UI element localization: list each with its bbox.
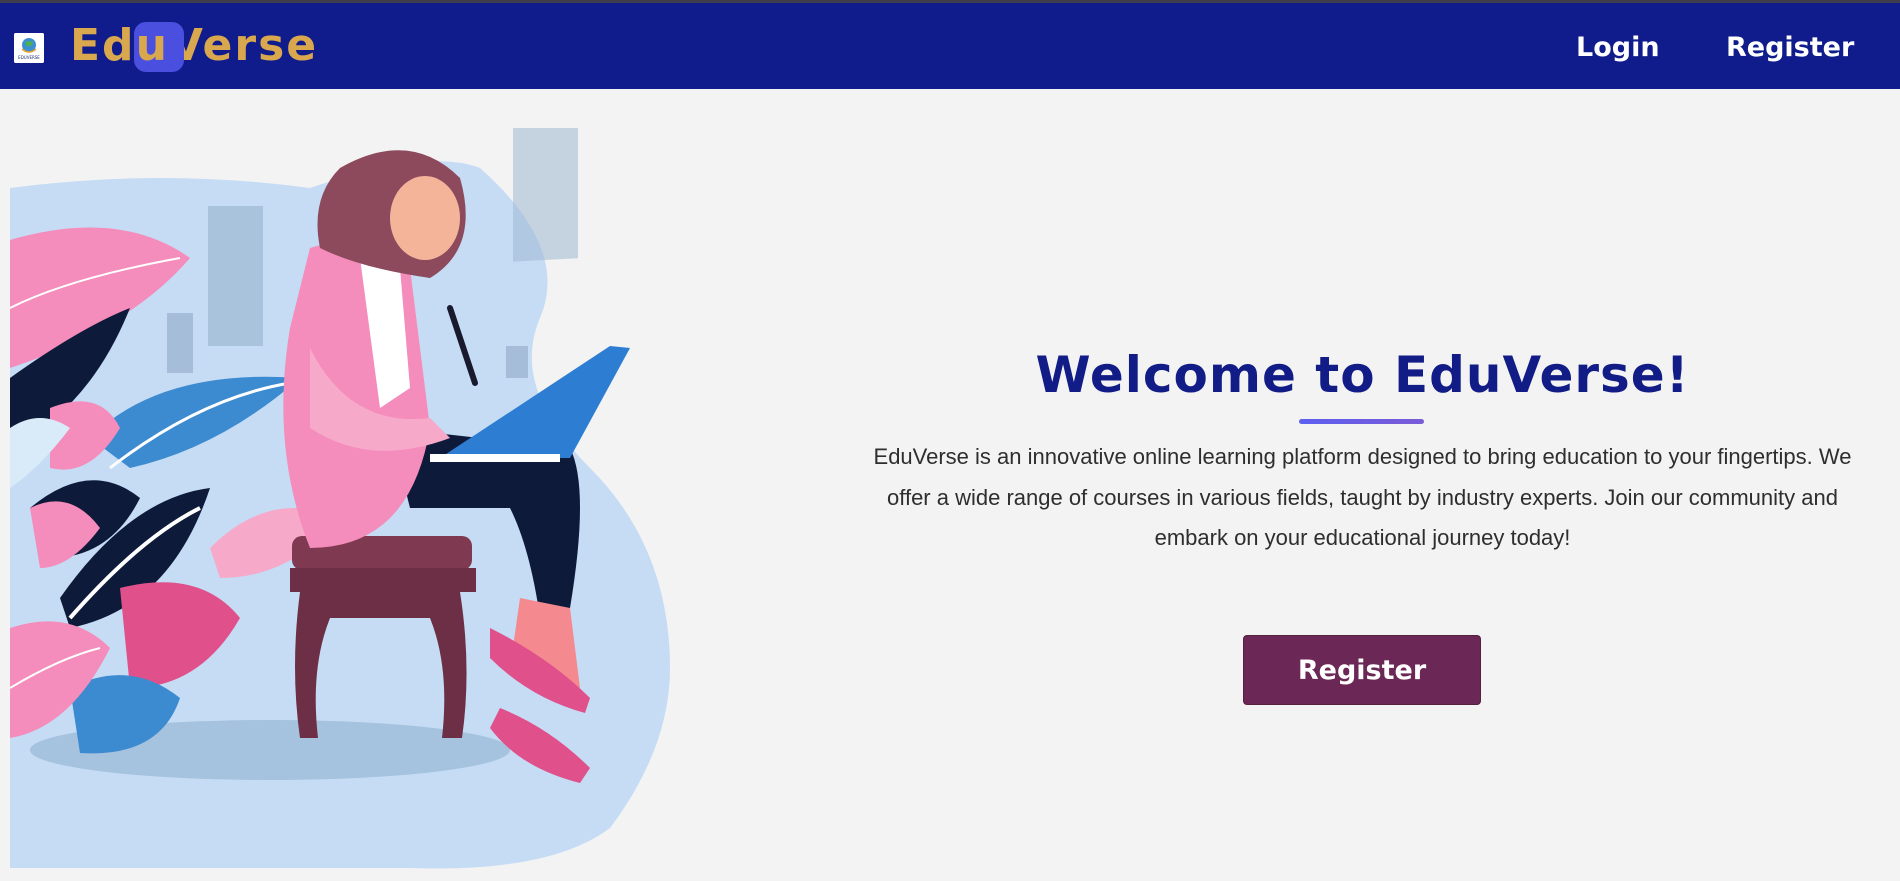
- hero-description: EduVerse is an innovative online learnin…: [873, 444, 1852, 550]
- register-button[interactable]: Register: [1243, 635, 1481, 705]
- hero-title: Welcome to EduVerse!: [1035, 346, 1690, 404]
- hero-illustration: [9, 93, 735, 873]
- globe-logo-icon: EDUVERSE: [14, 33, 44, 63]
- stool-rim: [290, 568, 476, 592]
- brand-part-1: Ed: [70, 20, 136, 71]
- brand-highlight-letter: u: [133, 18, 185, 74]
- logo-text: EDUVERSE: [18, 55, 40, 60]
- bg-rect-2: [208, 206, 263, 346]
- bg-rect-1: [513, 93, 578, 262]
- navbar: EDUVERSE EduVerse Login Register: [0, 3, 1900, 89]
- site-logo[interactable]: EDUVERSE: [14, 33, 44, 63]
- woman-face: [390, 176, 460, 260]
- brand-name[interactable]: EduVerse: [70, 18, 318, 74]
- title-underline: [1299, 419, 1424, 424]
- nav-register-link[interactable]: Register: [1726, 28, 1854, 68]
- brand-part-2: Verse: [168, 20, 319, 71]
- nav-login-link[interactable]: Login: [1576, 28, 1660, 68]
- bg-rect-4: [506, 346, 528, 378]
- laptop-base: [430, 454, 560, 462]
- bg-rect-3: [167, 313, 193, 373]
- woman-with-laptop-illustration: [9, 93, 670, 869]
